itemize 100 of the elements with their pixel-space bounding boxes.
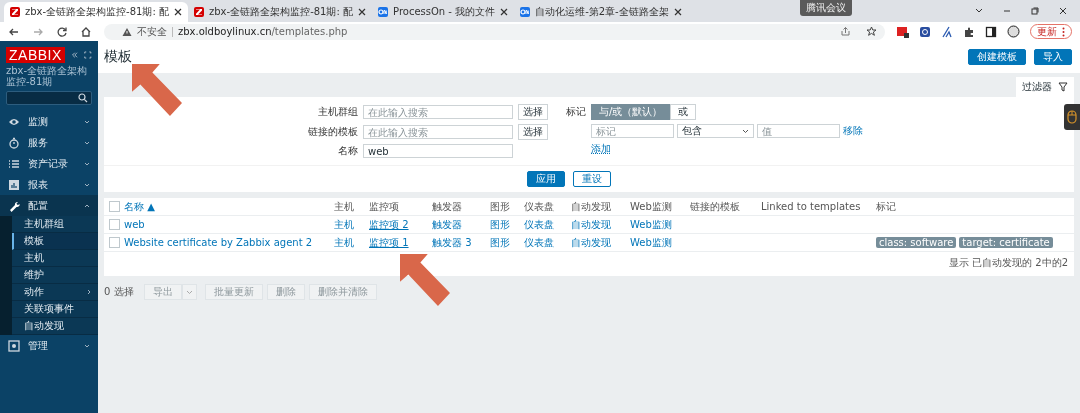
annotation-arrow — [400, 254, 450, 306]
text-field[interactable]: web — [363, 144, 513, 158]
dropdown[interactable]: 包含 — [677, 124, 754, 138]
extension-icon[interactable] — [897, 25, 909, 38]
table-link[interactable]: 触发器 3 — [432, 235, 472, 250]
table-link[interactable]: Web监测 — [630, 235, 672, 250]
header-button[interactable]: 导入 — [1034, 49, 1072, 65]
menu-item[interactable]: 资产记录 — [0, 153, 98, 174]
column-header: 监控项 — [369, 199, 400, 214]
home-icon[interactable] — [80, 25, 92, 38]
header-button[interactable]: 创建模板 — [968, 49, 1026, 65]
tab-title: 自动化运维-第2章-全链路全架 — [535, 5, 669, 19]
toggle-option[interactable]: 或 — [670, 104, 697, 120]
column-header: 图形 — [490, 199, 511, 214]
menu-item[interactable]: 服务 — [0, 132, 98, 153]
submenu-item[interactable]: 维护 — [12, 267, 98, 284]
table-link[interactable]: 触发器 — [432, 217, 462, 232]
collapse-icon[interactable] — [70, 50, 79, 60]
filter-tab[interactable]: 过滤器 — [1016, 77, 1074, 97]
address-bar[interactable]: 不安全 zbx.oldboylinux.cn/templates.php — [104, 23, 885, 40]
field-label: 链接的模板 — [307, 125, 358, 139]
submenu-item[interactable]: 关联项事件 — [12, 301, 98, 318]
field-label: 标记 — [565, 105, 586, 119]
browser-tab[interactable]: 自动化运维-第2章-全链路全架 — [514, 2, 688, 22]
menu-item[interactable]: 管理 — [0, 335, 98, 356]
remove-link[interactable]: 移除 — [843, 124, 863, 138]
search-field[interactable] — [6, 91, 92, 105]
annotation-arrow — [132, 64, 182, 116]
server-name: zbx-全链路全架构监控-81期 — [5, 65, 89, 89]
close-icon[interactable] — [174, 8, 182, 16]
table-link[interactable]: Website certificate by Zabbix agent 2 — [124, 237, 313, 248]
table-link[interactable]: 仪表盘 — [524, 217, 554, 232]
restore-icon[interactable] — [1030, 6, 1040, 16]
table-link[interactable]: 监控项 1 — [369, 235, 409, 250]
reset-button[interactable]: 重设 — [573, 171, 611, 187]
extension-icon[interactable] — [941, 25, 953, 38]
zabbix-logo[interactable]: ZABBIX — [6, 47, 65, 63]
star-icon[interactable] — [866, 26, 877, 37]
side-panel-icon[interactable] — [985, 25, 997, 38]
close-icon[interactable] — [1058, 6, 1068, 16]
text-field[interactable]: 在此输入搜索 — [363, 105, 513, 119]
z-logo-icon — [194, 7, 204, 17]
caret-icon — [185, 288, 193, 296]
close-icon[interactable] — [500, 8, 509, 16]
tag-label: target: certificate — [959, 237, 1053, 248]
column-header: Web监测 — [630, 199, 673, 214]
checkbox[interactable] — [108, 201, 120, 212]
update-button[interactable]: 更新 — [1030, 24, 1072, 39]
chevron-icon — [84, 118, 90, 125]
submenu-item[interactable]: 主机 — [12, 250, 98, 267]
chevron-icon — [84, 139, 90, 146]
text-field[interactable]: 值 — [757, 124, 840, 138]
chevron-icon — [84, 181, 90, 188]
share-icon[interactable] — [840, 26, 851, 37]
checkbox[interactable] — [108, 219, 120, 230]
on-logo-icon — [520, 7, 531, 17]
table-link[interactable]: 监控项 2 — [369, 217, 409, 232]
table-link[interactable]: Web监测 — [630, 217, 672, 232]
tag-label: class: software — [876, 237, 957, 248]
extension-icon[interactable] — [919, 25, 931, 38]
add-link[interactable]: 添加 — [591, 142, 611, 156]
browser-tab[interactable]: zbx-全链路全架构监控-81期: 配 — [4, 2, 188, 22]
text-field[interactable]: 在此输入搜索 — [363, 125, 513, 139]
table-link[interactable]: 自动发现 — [571, 217, 611, 232]
close-icon[interactable] — [673, 8, 682, 16]
kiosk-icon[interactable] — [84, 50, 92, 60]
avatar-icon[interactable] — [1007, 25, 1020, 38]
table-link[interactable]: 主机 — [334, 217, 354, 232]
submenu-item[interactable]: 自动发现 — [12, 318, 98, 335]
submenu-item[interactable]: 模板 — [12, 233, 98, 250]
table-link[interactable]: 图形 — [490, 217, 510, 232]
text-field[interactable]: 标记 — [591, 124, 674, 138]
menu-item[interactable]: 报表 — [0, 174, 98, 195]
table-link[interactable]: 仪表盘 — [524, 235, 554, 250]
column-header[interactable]: 名称 ▲ — [124, 199, 334, 214]
puzzle-icon[interactable] — [963, 25, 975, 38]
security-warning: 不安全 — [137, 24, 167, 39]
table-link[interactable]: 主机 — [334, 235, 354, 250]
browser-tab[interactable]: ProcessOn - 我的文件 — [372, 2, 515, 22]
bar-chart-icon — [8, 178, 20, 191]
reload-icon[interactable] — [56, 25, 68, 38]
checkbox[interactable] — [108, 237, 120, 248]
select-button[interactable]: 选择 — [518, 104, 548, 120]
select-button[interactable]: 选择 — [518, 124, 548, 140]
menu-item[interactable]: 监测 — [0, 111, 98, 132]
table-link[interactable]: 图形 — [490, 235, 510, 250]
close-icon[interactable] — [358, 8, 367, 16]
chevron-icon — [742, 127, 749, 135]
submenu-item[interactable]: 动作 — [12, 284, 98, 301]
side-widget[interactable] — [1064, 104, 1080, 130]
submenu-item[interactable]: 主机群组 — [12, 216, 98, 233]
column-header: 标记 — [876, 199, 897, 214]
search-icon — [78, 93, 88, 103]
column-header: 自动发现 — [571, 199, 612, 214]
apply-button[interactable]: 应用 — [527, 171, 565, 187]
browser-tab[interactable]: zbx-全链路全架构监控-81期: 配 — [188, 2, 373, 22]
table-link[interactable]: 自动发现 — [571, 235, 611, 250]
table-link[interactable]: web — [124, 219, 145, 230]
toggle-option[interactable]: 与/或（默认） — [591, 104, 671, 120]
menu-item[interactable]: 配置 — [0, 195, 98, 216]
